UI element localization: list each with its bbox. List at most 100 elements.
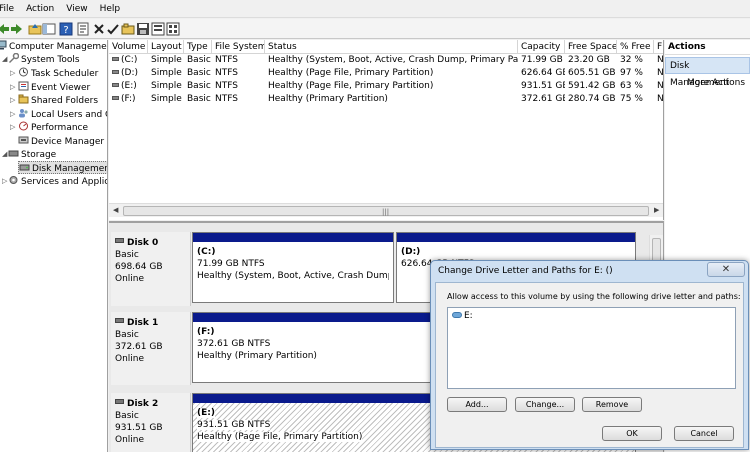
cell-fault-tolerance: N [657, 94, 664, 104]
table-row[interactable]: (D:) Simple Basic NTFS Healthy (Page Fil… [109, 67, 663, 80]
scroll-left-arrow-icon[interactable]: ◀ [113, 206, 118, 214]
table-row[interactable]: (C:) Simple Basic NTFS Healthy (System, … [109, 54, 664, 67]
column-header-type[interactable]: Type [184, 40, 212, 54]
save-icon[interactable] [136, 22, 150, 36]
cell-status: Healthy (Page File, Primary Partition) [268, 68, 434, 78]
column-header-volume[interactable]: Volume [109, 40, 148, 54]
cell-fault-tolerance: N [657, 81, 664, 91]
expand-arrow-icon[interactable]: ▷ [10, 96, 15, 104]
menu-action[interactable]: Action [20, 0, 60, 18]
help-icon[interactable]: ? [59, 22, 73, 36]
table-row[interactable]: (E:) Simple Basic NTFS Healthy (Page Fil… [109, 80, 664, 93]
volume-name: (E:) [121, 81, 137, 91]
cell-capacity: 626.64 GB [521, 68, 565, 78]
expand-arrow-icon[interactable]: ▷ [10, 83, 15, 91]
back-icon[interactable] [0, 22, 10, 36]
menu-view[interactable]: View [60, 0, 93, 18]
expand-arrow-icon[interactable]: ▷ [10, 123, 15, 131]
cell-volume: (C:) [109, 54, 148, 67]
cell-volume: (D:) [109, 67, 148, 80]
volume-icon [112, 83, 119, 87]
collapse-arrow-icon[interactable]: ◢ [2, 150, 7, 158]
expand-arrow-icon[interactable]: ▷ [10, 69, 15, 77]
column-header-layout[interactable]: Layout [148, 40, 184, 54]
show-hide-tree-icon[interactable] [42, 22, 56, 36]
scrollbar-thumb[interactable] [652, 238, 661, 262]
disk-state: Online [115, 435, 145, 445]
tree-item-performance[interactable]: Performance [18, 121, 88, 134]
cancel-button[interactable]: Cancel [674, 426, 734, 441]
drive-icon [452, 312, 462, 318]
drive-letter-list[interactable]: E: [447, 307, 736, 389]
up-folder-icon[interactable] [28, 22, 42, 36]
scrollbar-thumb[interactable]: ||| [123, 206, 649, 216]
disk-name-text: Disk 2 [127, 399, 159, 409]
partition-status: Healthy (System, Boot, Active, Crash Dum… [197, 271, 389, 281]
view-icon[interactable] [166, 22, 180, 36]
tree-item-system-tools[interactable]: System Tools [8, 53, 80, 66]
disk-name-text: Disk 1 [127, 318, 159, 328]
remove-button[interactable]: Remove [582, 397, 642, 412]
expand-arrow-icon[interactable]: ▷ [2, 177, 7, 185]
tree-item-task-scheduler[interactable]: Task Scheduler [18, 67, 98, 80]
add-button[interactable]: Add... [447, 397, 507, 412]
dialog-close-button[interactable]: ✕ [707, 262, 745, 277]
partition-size: 931.51 GB NTFS [197, 420, 271, 430]
cell-file-system: NTFS [215, 81, 238, 91]
partition-status: Healthy (Page File, Primary Partition) [197, 432, 363, 442]
tree-label: Device Manager [31, 137, 105, 147]
tree-item-services[interactable]: Services and Applications [8, 175, 107, 188]
actions-disk-management[interactable]: Disk Management [665, 57, 750, 88]
open-folder-icon[interactable] [121, 22, 135, 36]
expand-arrow-icon[interactable]: ▷ [10, 110, 15, 118]
menu-help[interactable]: Help [94, 0, 127, 18]
settings-icon[interactable] [151, 22, 165, 36]
tree-item-device-manager[interactable]: Device Manager [18, 135, 104, 148]
svg-text:?: ? [63, 25, 68, 36]
list-item[interactable]: E: [452, 311, 473, 321]
change-button[interactable]: Change... [515, 397, 575, 412]
disk-name: Disk 1 [115, 317, 186, 329]
cell-status: Healthy (Page File, Primary Partition) [268, 81, 434, 91]
tree-item-local-users[interactable]: Local Users and Groups [18, 108, 107, 121]
tree-item-computer-management[interactable]: Computer Management [0, 40, 107, 53]
forward-icon[interactable] [10, 22, 24, 36]
tree-item-event-viewer[interactable]: Event Viewer [18, 81, 90, 94]
tree-item-storage[interactable]: Storage [8, 148, 56, 161]
properties-icon[interactable] [76, 22, 90, 36]
column-header-free-space[interactable]: Free Space [565, 40, 617, 54]
dialog-description: Allow access to this volume by using the… [447, 292, 741, 301]
tree-label: Local Users and Groups [31, 110, 107, 120]
disk-size: 931.51 GB [115, 423, 163, 433]
column-header-file-system[interactable]: File System [212, 40, 265, 54]
volume-name: (C:) [121, 55, 138, 65]
disk-label-1[interactable]: Disk 1 Basic 372.61 GB Online [111, 312, 191, 385]
column-header-status[interactable]: Status [265, 40, 518, 54]
disk-label-0[interactable]: Disk 0 Basic 698.64 GB Online [111, 232, 191, 306]
tree-item-shared-folders[interactable]: Shared Folders [18, 94, 98, 107]
cell-fault-tolerance: N [657, 55, 664, 65]
cell-status: Healthy (Primary Partition) [268, 94, 388, 104]
column-header-fault-tolerance[interactable]: F [654, 40, 663, 54]
disk-label-2[interactable]: Disk 2 Basic 931.51 GB Online [111, 393, 191, 452]
scroll-right-arrow-icon[interactable]: ▶ [654, 206, 659, 214]
tree-label: System Tools [21, 55, 80, 65]
disk-type: Basic [115, 411, 139, 421]
clock-icon [19, 67, 28, 77]
volume-name: (F:) [121, 94, 136, 104]
partition-name: (F:) [197, 327, 215, 337]
delete-icon[interactable] [92, 22, 106, 36]
table-row[interactable]: (F:) Simple Basic NTFS Healthy (Primary … [109, 93, 664, 106]
menu-file[interactable]: File [0, 0, 20, 18]
partition-c[interactable]: (C:) 71.99 GB NTFS Healthy (System, Boot… [192, 232, 394, 303]
ok-button[interactable]: OK [602, 426, 662, 441]
cell-free-space: 591.42 GB [568, 81, 616, 91]
horizontal-scrollbar[interactable]: ◀ ||| ▶ [109, 203, 663, 217]
cell-type: Basic [187, 68, 211, 78]
column-header-capacity[interactable]: Capacity [518, 40, 565, 54]
tree-label: Event Viewer [31, 83, 91, 93]
collapse-arrow-icon[interactable]: ◢ [2, 55, 7, 63]
column-header-percent-free[interactable]: % Free [617, 40, 654, 54]
check-icon[interactable] [106, 22, 120, 36]
tree-item-disk-management[interactable]: Disk Management [18, 161, 107, 174]
